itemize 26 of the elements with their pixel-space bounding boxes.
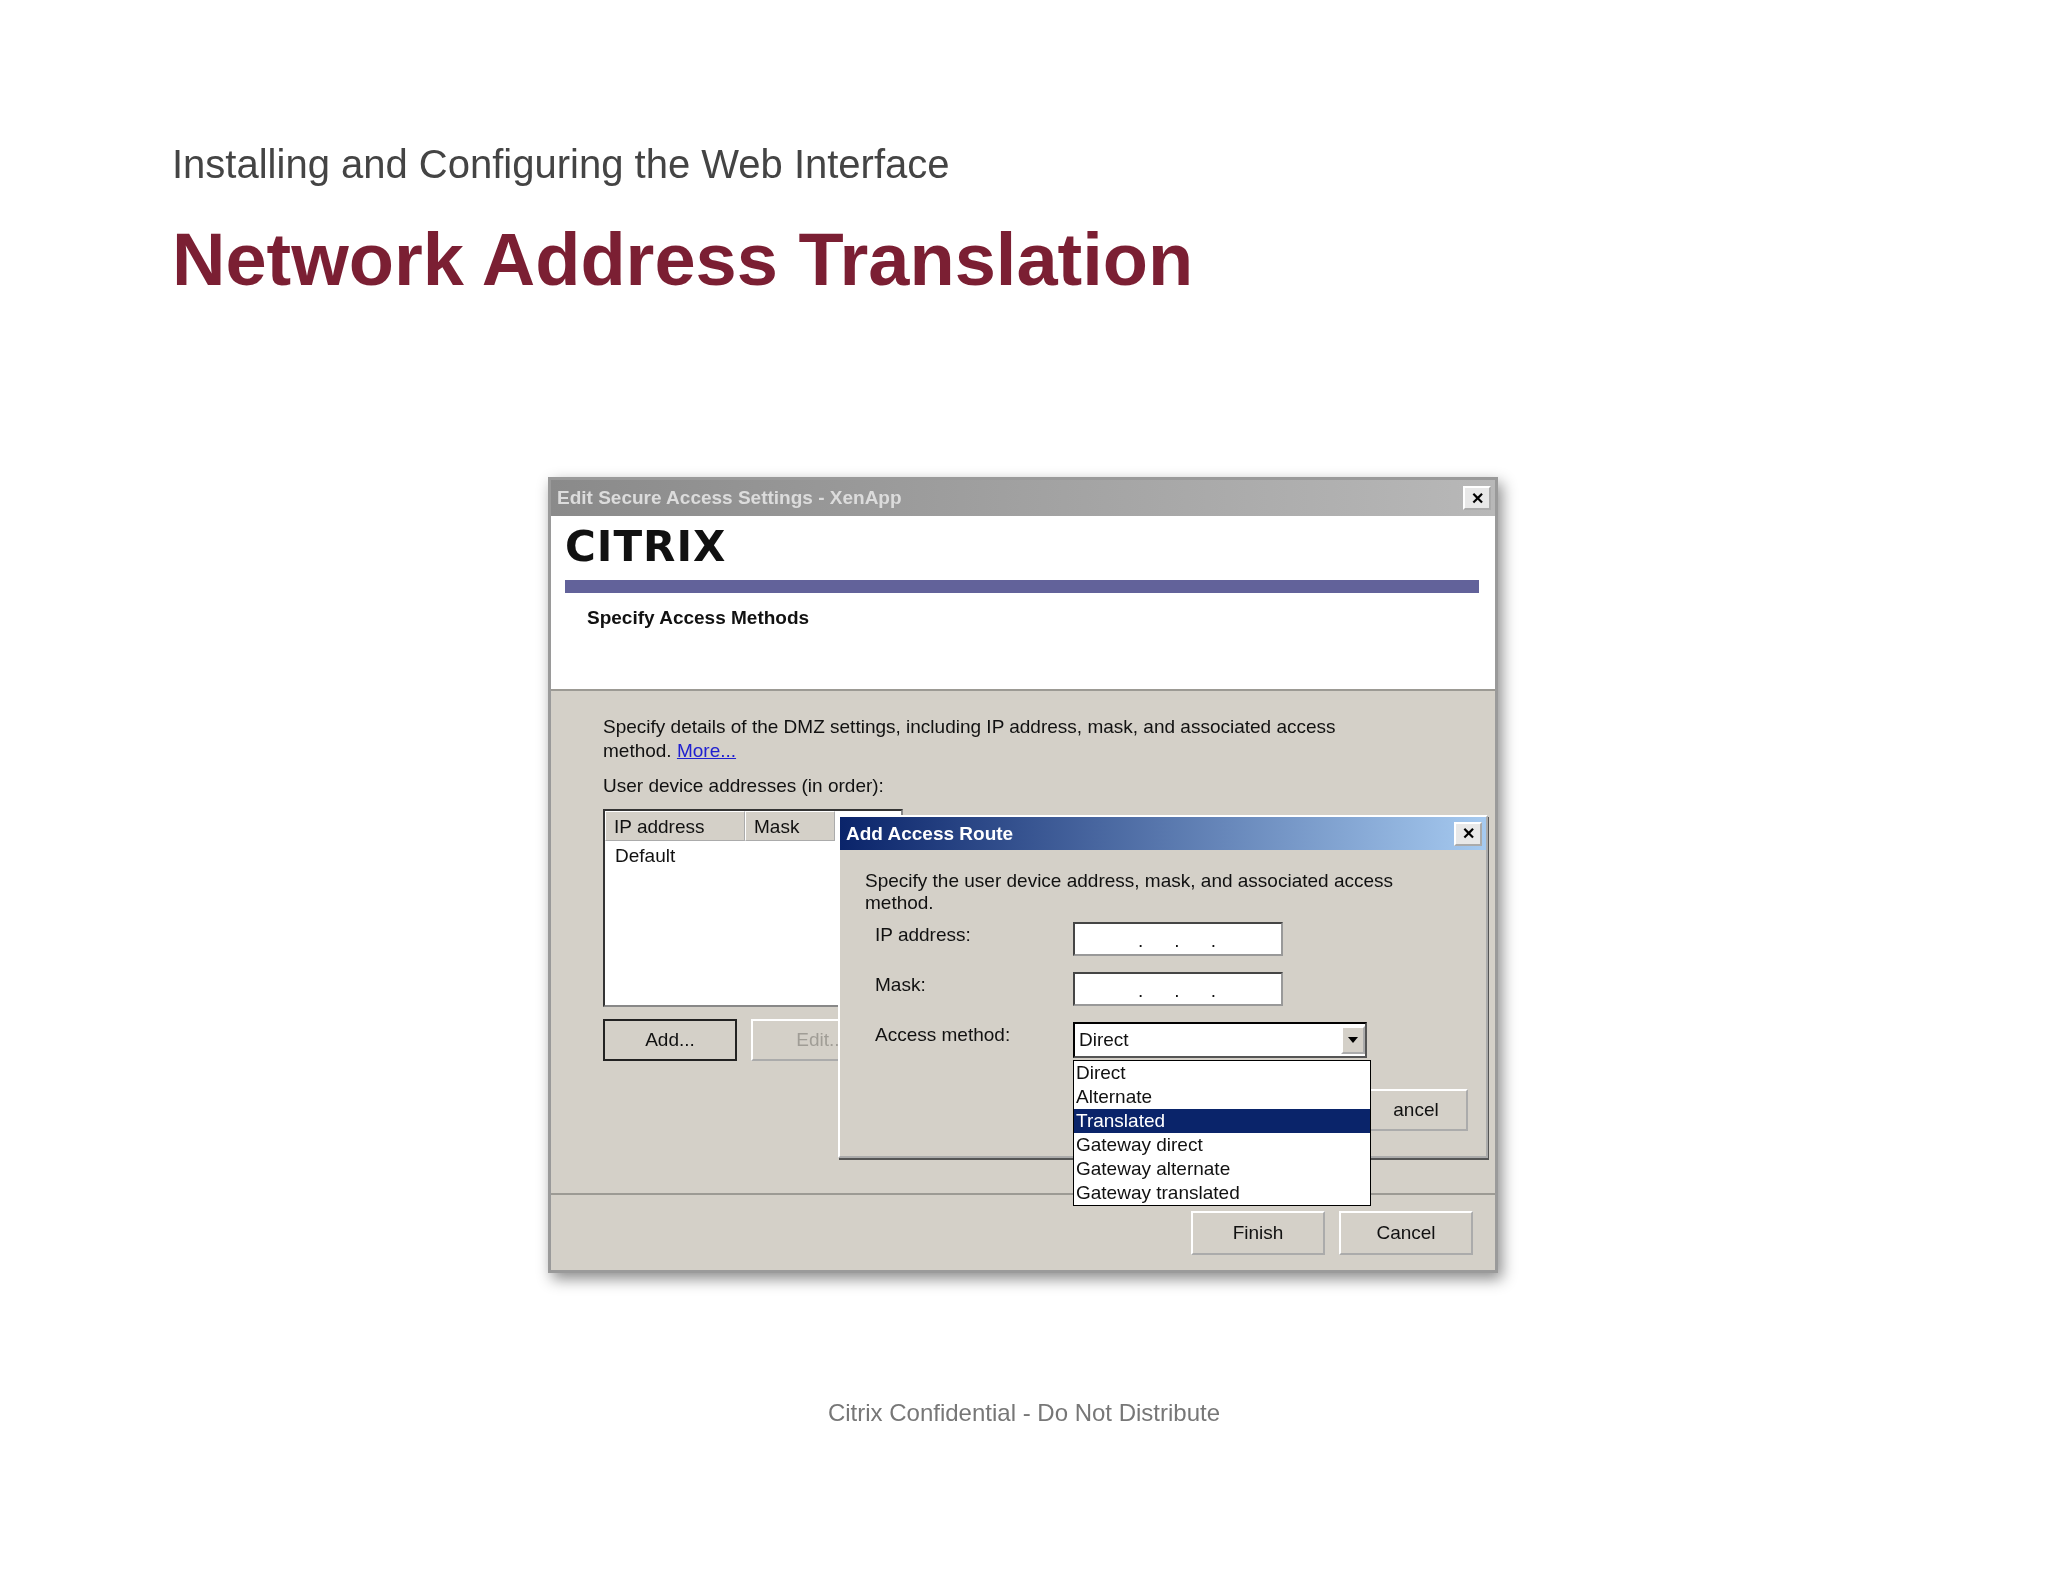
dropdown-option[interactable]: Translated: [1074, 1109, 1370, 1133]
page-heading: Specify Access Methods: [587, 607, 810, 629]
list-label: User device addresses (in order):: [603, 775, 884, 797]
footer-button[interactable]: Cancel: [1339, 1210, 1473, 1255]
input-field[interactable]: . . .: [1073, 922, 1283, 956]
description: Specify details of the DMZ settings, including IP address, mask, and associated access method. More...: [603, 715, 1337, 763]
more-link[interactable]: More...: [676, 740, 737, 761]
close-button[interactable]: ✕: [1454, 821, 1482, 846]
dropdown[interactable]: Direct: [1073, 1022, 1367, 1058]
section-title: Installing and Configuring the Web Interface: [172, 141, 951, 188]
dropdown-option[interactable]: Gateway alternate: [1074, 1157, 1370, 1181]
logo: CITRIX: [565, 522, 727, 572]
input-field[interactable]: . . .: [1073, 972, 1283, 1006]
column-header[interactable]: Mask: [745, 811, 835, 841]
window-title: Edit Secure Access Settings - XenApp: [557, 487, 902, 509]
dropdown-option[interactable]: Gateway translated: [1074, 1181, 1370, 1205]
dropdown-option[interactable]: Gateway direct: [1074, 1133, 1370, 1157]
dropdown-option[interactable]: Direct: [1074, 1061, 1370, 1085]
table-cell: Default: [615, 845, 676, 867]
column-header[interactable]: IP address: [605, 811, 745, 841]
close-button[interactable]: ✕: [1463, 486, 1491, 510]
footer-button[interactable]: Finish: [1191, 1210, 1325, 1255]
caret-icon: [1341, 1026, 1365, 1054]
slide-title: Network Address Translation: [172, 218, 1195, 302]
footer-text: Citrix Confidential - Do Not Distribute: [827, 1399, 1221, 1427]
dialog-button[interactable]: Add...: [603, 1019, 737, 1061]
